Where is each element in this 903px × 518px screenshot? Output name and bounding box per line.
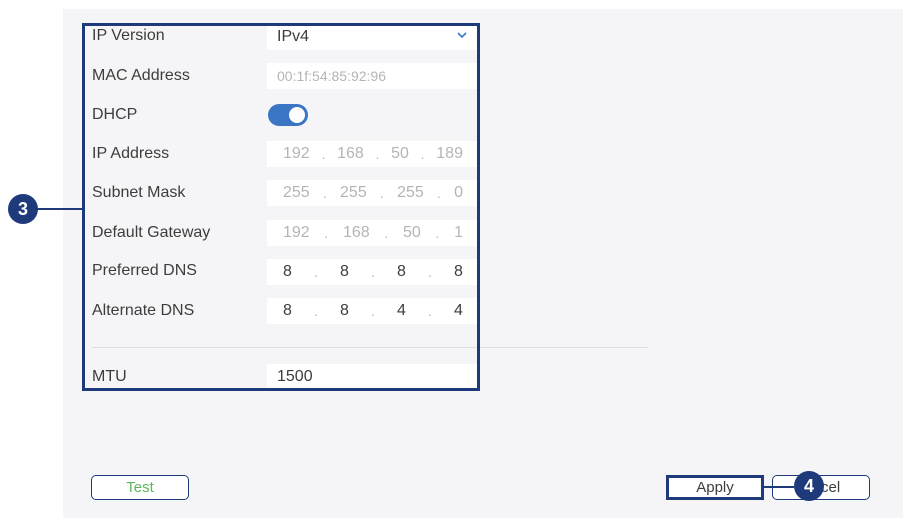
apply-button[interactable]: Apply [666,475,764,500]
test-button[interactable]: Test [91,475,189,500]
callout-3-badge: 3 [8,194,38,224]
callout-3-line [36,208,83,210]
callout-4-line [764,486,794,488]
fields-highlight-box [82,23,480,391]
callout-4-badge: 4 [794,471,824,501]
